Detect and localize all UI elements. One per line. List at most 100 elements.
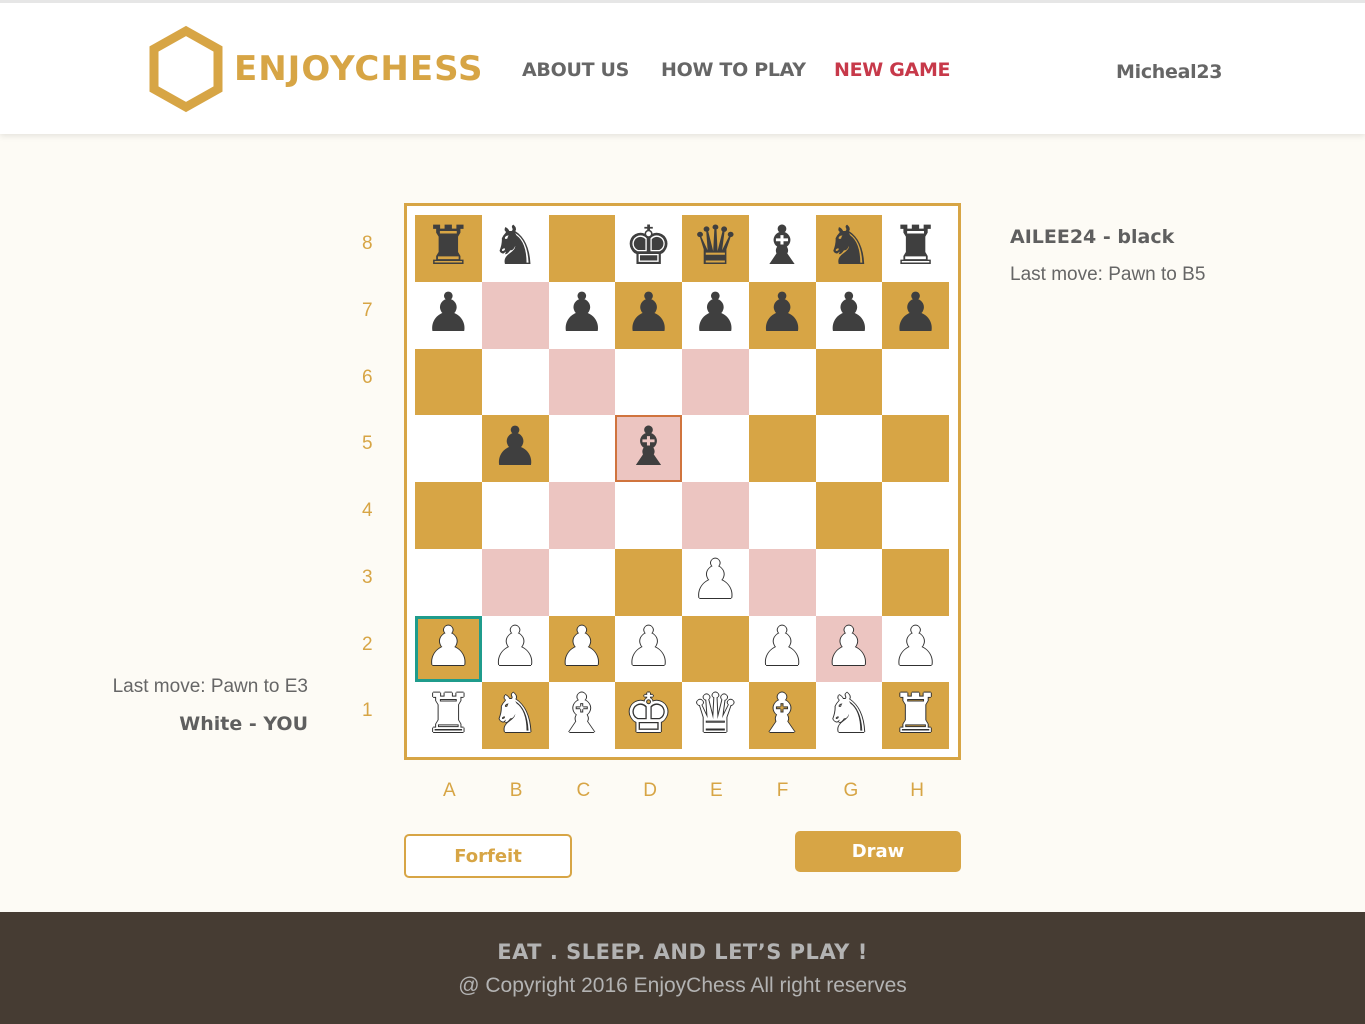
square-a7[interactable]: ♟ [415,281,482,349]
square-b5[interactable]: ♟ [481,415,549,482]
square-d5[interactable]: ♝ [615,415,682,482]
square-b2[interactable]: ♟ [481,615,549,683]
square-c2[interactable]: ♟ [548,615,616,683]
black-queen-icon[interactable]: ♛ [691,219,739,273]
black-knight-icon[interactable]: ♞ [491,219,539,273]
square-d8[interactable]: ♚ [615,215,682,282]
black-pawn-icon[interactable]: ♟ [491,419,539,474]
square-f2[interactable]: ♟ [748,615,816,683]
square-a3[interactable] [415,548,482,616]
square-a5[interactable] [415,415,482,482]
square-c8[interactable] [548,215,616,282]
white-pawn-icon[interactable]: ♟ [624,619,672,674]
black-pawn-icon[interactable]: ♟ [424,286,472,340]
square-g6[interactable] [815,348,883,416]
draw-button[interactable]: Draw [795,831,961,872]
white-pawn-icon[interactable]: ♟ [558,619,606,674]
square-h1[interactable]: ♜ [882,682,949,749]
square-h4[interactable] [882,482,949,549]
black-bishop-icon[interactable]: ♝ [758,219,806,273]
nav-how-to-play[interactable]: HOW TO PLAY [661,59,806,81]
square-a8[interactable]: ♜ [415,215,482,282]
square-h2[interactable]: ♟ [882,615,949,683]
forfeit-button[interactable]: Forfeit [404,834,572,878]
white-king-icon[interactable]: ♚ [624,686,672,741]
black-pawn-icon[interactable]: ♟ [758,286,806,340]
square-b7[interactable] [481,281,549,349]
black-king-icon[interactable]: ♚ [624,219,672,273]
white-pawn-icon[interactable]: ♟ [424,619,472,674]
black-pawn-icon[interactable]: ♟ [825,286,873,340]
square-h5[interactable] [882,415,949,482]
square-g2[interactable]: ♟ [815,615,883,683]
square-g8[interactable]: ♞ [815,215,883,282]
white-pawn-icon[interactable]: ♟ [758,619,806,674]
square-c6[interactable] [548,348,616,416]
square-e7[interactable]: ♟ [682,281,749,349]
square-c7[interactable]: ♟ [548,281,616,349]
square-d6[interactable] [615,348,682,416]
black-bishop-icon[interactable]: ♝ [624,419,672,474]
square-f3[interactable] [748,548,816,616]
square-g1[interactable]: ♞ [815,682,883,749]
white-pawn-icon[interactable]: ♟ [491,619,539,674]
square-e8[interactable]: ♛ [682,215,749,282]
white-rook-icon[interactable]: ♜ [891,686,939,741]
square-g3[interactable] [815,548,883,616]
black-knight-icon[interactable]: ♞ [825,219,873,273]
square-d4[interactable] [615,482,682,549]
white-queen-icon[interactable]: ♛ [691,686,739,741]
square-d2[interactable]: ♟ [615,615,682,683]
square-d1[interactable]: ♚ [615,682,682,749]
square-e2[interactable] [682,615,749,683]
square-c5[interactable] [548,415,616,482]
white-bishop-icon[interactable]: ♝ [558,686,606,741]
square-c1[interactable]: ♝ [548,682,616,749]
square-h6[interactable] [882,348,949,416]
white-rook-icon[interactable]: ♜ [424,686,472,741]
square-c4[interactable] [548,482,616,549]
square-d3[interactable] [615,548,682,616]
square-e1[interactable]: ♛ [682,682,749,749]
square-g5[interactable] [815,415,883,482]
black-rook-icon[interactable]: ♜ [891,219,939,273]
site-logo[interactable]: ENJOYCHESS [146,25,486,113]
square-f4[interactable] [748,482,816,549]
square-h8[interactable]: ♜ [882,215,949,282]
white-knight-icon[interactable]: ♞ [491,686,539,741]
square-b8[interactable]: ♞ [481,215,549,282]
square-f8[interactable]: ♝ [748,215,816,282]
square-b4[interactable] [481,482,549,549]
square-a6[interactable] [415,348,482,416]
square-f1[interactable]: ♝ [748,682,816,749]
square-g4[interactable] [815,482,883,549]
square-f6[interactable] [748,348,816,416]
square-h3[interactable] [882,548,949,616]
black-pawn-icon[interactable]: ♟ [691,286,739,340]
white-pawn-icon[interactable]: ♟ [691,553,739,607]
square-a2[interactable]: ♟ [415,615,482,683]
square-e4[interactable] [682,482,749,549]
square-c3[interactable] [548,548,616,616]
square-h7[interactable]: ♟ [882,281,949,349]
black-pawn-icon[interactable]: ♟ [558,286,606,340]
square-e6[interactable] [682,348,749,416]
square-a4[interactable] [415,482,482,549]
square-b6[interactable] [481,348,549,416]
square-f5[interactable] [748,415,816,482]
nav-about-us[interactable]: ABOUT US [522,59,629,81]
white-pawn-icon[interactable]: ♟ [891,619,939,674]
white-pawn-icon[interactable]: ♟ [825,619,873,674]
nav-new-game[interactable]: NEW GAME [834,59,951,81]
white-bishop-icon[interactable]: ♝ [758,686,806,741]
white-knight-icon[interactable]: ♞ [825,686,873,741]
user-profile-link[interactable]: Micheal23 [1116,61,1222,83]
black-rook-icon[interactable]: ♜ [424,219,472,273]
square-b3[interactable] [481,548,549,616]
square-b1[interactable]: ♞ [481,682,549,749]
square-e3[interactable]: ♟ [682,548,749,616]
black-pawn-icon[interactable]: ♟ [891,286,939,340]
square-e5[interactable] [682,415,749,482]
square-d7[interactable]: ♟ [615,281,682,349]
square-f7[interactable]: ♟ [748,281,816,349]
